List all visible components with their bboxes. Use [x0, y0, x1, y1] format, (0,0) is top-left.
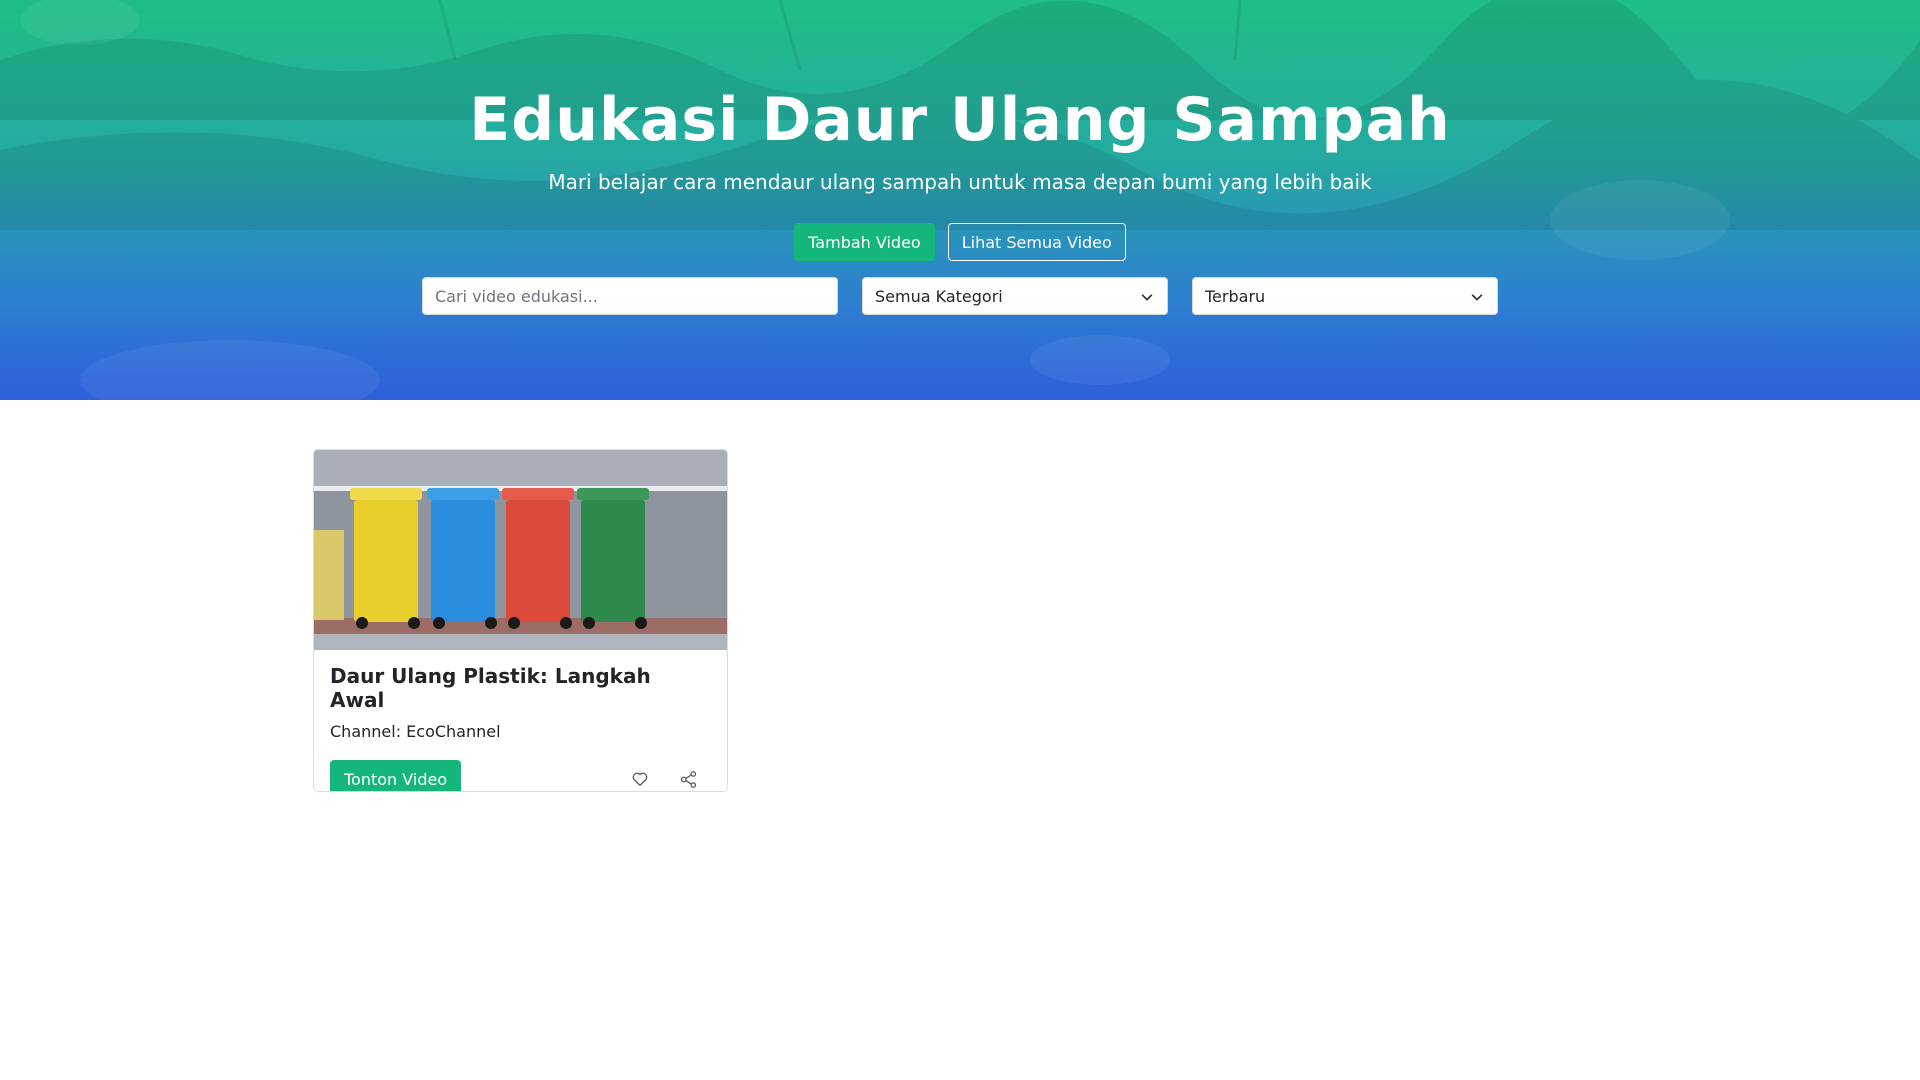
video-card: Daur Ulang Plastik: Langkah Awal Channel…: [313, 449, 728, 792]
bin-blue: [431, 500, 495, 622]
category-select[interactable]: Semua Kategori: [862, 277, 1168, 315]
hero-actions: Tambah Video Lihat Semua Video: [0, 223, 1920, 261]
video-title[interactable]: Daur Ulang Plastik: Langkah Awal: [330, 664, 711, 712]
bin-lid: [502, 488, 574, 500]
sort-select-value: Terbaru: [1205, 286, 1266, 306]
chevron-down-icon: [1471, 294, 1483, 301]
bin-green: [581, 500, 645, 622]
chevron-down-icon: [1141, 294, 1153, 301]
video-list: Daur Ulang Plastik: Langkah Awal Channel…: [0, 400, 1920, 1080]
add-video-button[interactable]: Tambah Video: [794, 223, 935, 261]
category-select-value: Semua Kategori: [875, 286, 1003, 306]
bin-lid: [577, 488, 649, 500]
filter-bar: Semua Kategori Terbaru: [422, 277, 1498, 315]
share-button[interactable]: [675, 766, 701, 791]
page-subtitle: Mari belajar cara mendaur ulang sampah u…: [548, 170, 1372, 194]
bin-lid: [350, 488, 422, 500]
search-input[interactable]: [422, 277, 838, 315]
watch-video-button[interactable]: Tonton Video: [330, 760, 462, 791]
share-icon: [680, 770, 696, 788]
like-button[interactable]: [627, 766, 653, 791]
hero-banner: Edukasi Daur Ulang Sampah Mari belajar c…: [0, 0, 1920, 400]
bin-yellow: [354, 500, 418, 622]
video-thumbnail[interactable]: [314, 450, 727, 650]
page-title: Edukasi Daur Ulang Sampah: [469, 85, 1451, 155]
heart-icon: [632, 772, 648, 787]
sort-select[interactable]: Terbaru: [1192, 277, 1498, 315]
bin-lid: [427, 488, 499, 500]
video-channel: Channel: EcoChannel: [330, 722, 501, 741]
view-all-videos-button[interactable]: Lihat Semua Video: [947, 223, 1126, 261]
bin-red: [506, 500, 570, 622]
